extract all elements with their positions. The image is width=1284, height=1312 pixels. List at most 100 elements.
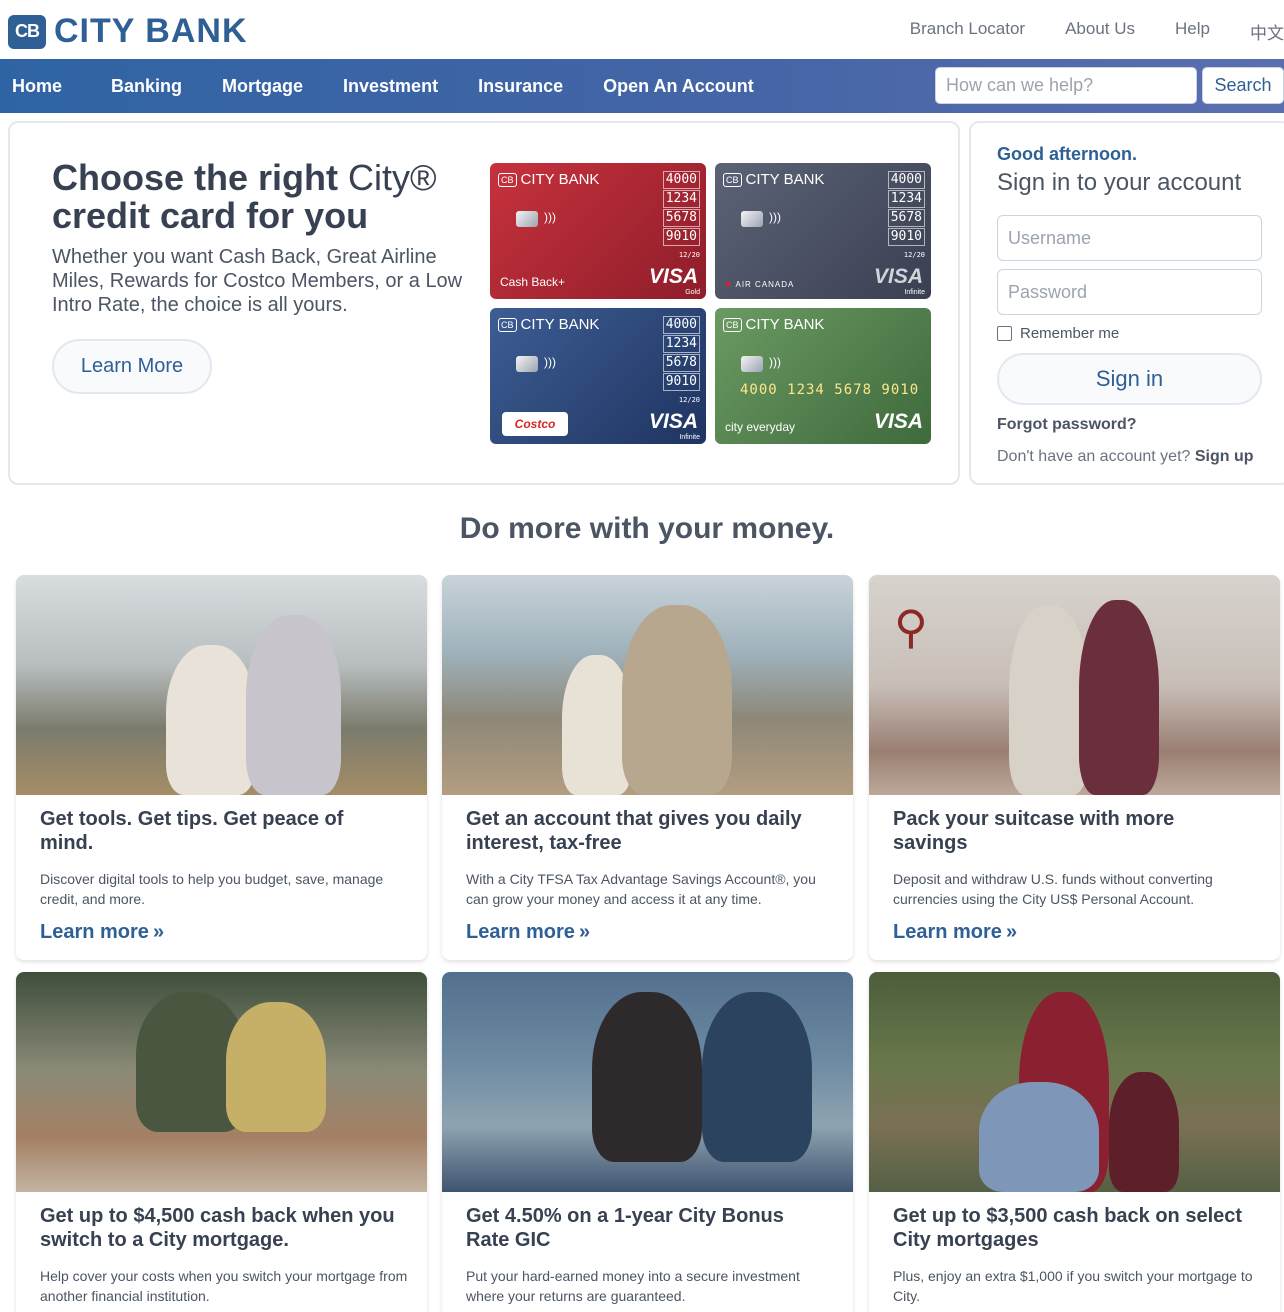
hero-title-part1: Choose the right [52,157,348,198]
costco-logo: Costco [502,412,568,436]
chip-icon [741,356,763,372]
card-name: ✹ AIR CANADA [725,280,795,289]
hero-title-part2: credit card for you [52,195,369,236]
card-logo-mark: CB [723,172,742,187]
bicycle-decor: ⚲ [894,601,928,653]
learn-more-button[interactable]: Learn More [52,339,212,394]
nav-investment[interactable]: Investment [343,76,438,97]
signup-prompt: Don't have an account yet? Sign up [997,448,1254,466]
search-input[interactable] [935,67,1197,104]
search-button[interactable]: Search [1202,67,1284,104]
chip-icon [516,211,538,227]
no-account-text: Don't have an account yet? [997,448,1191,465]
promo-tile[interactable]: Get 4.50% on a 1-year City Bonus Rate GI… [442,972,853,1312]
promo-tile[interactable]: Get up to $3,500 cash back on select Cit… [869,972,1280,1312]
remember-checkbox[interactable] [997,326,1012,341]
signin-panel: Good afternoon. Sign in to your account … [969,121,1284,485]
card-bank-name: CITY BANK [520,171,600,188]
forgot-password-link[interactable]: Forgot password? [997,416,1137,434]
promo-tile[interactable]: ⚲ Pack your suitcase with more savings D… [869,575,1280,960]
username-field[interactable] [997,215,1262,261]
maple-leaf-icon: ✹ [725,280,733,289]
card-bank-name: CITY BANK [745,316,825,333]
tile-description: Discover digital tools to help you budge… [40,871,384,907]
logo-text: CITY BANK [54,12,248,50]
women-laptop-photo [442,972,853,1192]
double-chevron-right-icon: » [152,921,165,943]
visa-logo: VISA [873,265,923,288]
card-bank-name: CITY BANK [520,316,600,333]
contactless-icon: ))) [544,210,556,224]
main-nav: Home Banking Mortgage Investment Insuran… [0,59,1284,113]
cash-back-card[interactable]: CB CITY BANK 4000 1234 5678 9010 12/20 ))) Ca… [490,163,706,299]
nav-insurance[interactable]: Insurance [478,76,563,97]
branch-locator-link[interactable]: Branch Locator [910,19,1025,44]
credit-card-hero: Choose the right City® credit card for y… [8,121,960,485]
about-us-link[interactable]: About Us [1065,19,1135,44]
remember-label: Remember me [1020,325,1120,342]
learn-more-link[interactable]: Learn more» [893,921,1017,944]
tile-description: Plus, enjoy an extra $1,000 if you switc… [893,1268,1253,1304]
card-logo-mark: CB [498,317,517,332]
signup-link[interactable]: Sign up [1195,448,1254,465]
double-chevron-right-icon: » [1005,921,1018,943]
tile-description: Deposit and withdraw U.S. funds without … [893,871,1213,907]
nav-banking[interactable]: Banking [111,76,182,97]
hero-title-brand: City® [348,157,437,198]
signin-button[interactable]: Sign in [997,353,1262,405]
promo-tile[interactable]: Get an account that gives you daily inte… [442,575,853,960]
chinese-language-link[interactable]: 中文 [1250,19,1284,44]
promo-tile[interactable]: Get tools. Get tips. Get peace of mind. … [16,575,427,960]
family-outdoors-photo [869,972,1280,1192]
card-number: 4000 1234 5678 9010 [740,382,920,398]
double-chevron-right-icon: » [578,921,591,943]
tile-heading: Get up to $4,500 cash back when you swit… [40,1205,395,1251]
tile-description: Put your hard-earned money into a secure… [466,1268,800,1304]
password-field[interactable] [997,269,1262,315]
city-everyday-card[interactable]: CB CITY BANK ))) 4000 1234 5678 9010 city… [715,308,931,444]
card-logo-mark: CB [723,317,742,332]
visa-logo: VISA [648,410,698,433]
top-links: Branch Locator About Us Help 中文 [870,19,1284,44]
tile-heading: Get tools. Get tips. Get peace of mind. [40,808,344,854]
help-link[interactable]: Help [1175,19,1210,44]
visa-logo: VISA [648,265,698,288]
card-tier: Gold [685,289,700,296]
nav-open-account[interactable]: Open An Account [603,76,754,97]
top-bar: CB CITY BANK Branch Locator About Us Hel… [0,0,1284,59]
air-canada-card[interactable]: CB CITY BANK 4000 1234 5678 9010 12/20 ))) ✹ … [715,163,931,299]
family-photo [16,575,427,795]
contactless-icon: ))) [769,355,781,369]
contactless-icon: ))) [769,210,781,224]
couple-dancing-photo: ⚲ [869,575,1280,795]
hero-description: Whether you want Cash Back, Great Airlin… [52,246,463,316]
logo[interactable]: CB CITY BANK [8,12,248,51]
tile-heading: Pack your suitcase with more savings [893,808,1175,854]
card-number: 4000 1234 5678 9010 12/20 [662,316,700,408]
nav-home[interactable]: Home [12,76,62,97]
learn-more-link[interactable]: Learn more» [466,921,590,944]
remember-me[interactable]: Remember me [997,325,1119,342]
card-name: city everyday [725,420,796,434]
chip-icon [741,211,763,227]
tile-description: Help cover your costs when you switch yo… [40,1268,408,1304]
chip-icon [516,356,538,372]
card-bank-name: CITY BANK [745,171,825,188]
beach-family-photo [442,575,853,795]
section-title: Do more with your money. [459,512,835,545]
card-name: Cash Back+ [500,275,566,289]
card-number: 4000 1234 5678 9010 12/20 [887,171,925,263]
tile-heading: Get 4.50% on a 1-year City Bonus Rate GI… [466,1205,784,1251]
card-number: 4000 1234 5678 9010 12/20 [662,171,700,263]
visa-logo: VISA [873,410,923,433]
contactless-icon: ))) [544,355,556,369]
nav-mortgage[interactable]: Mortgage [222,76,303,97]
learn-more-link[interactable]: Learn more» [40,921,164,944]
signin-title: Sign in to your account [997,169,1242,196]
couple-paperwork-photo [16,972,427,1192]
card-logo-mark: CB [498,172,517,187]
promo-tile[interactable]: Get up to $4,500 cash back when you swit… [16,972,427,1312]
costco-card[interactable]: CB CITY BANK 4000 1234 5678 9010 12/20 ))) Co… [490,308,706,444]
tile-description: With a City TFSA Tax Advantage Savings A… [466,871,816,907]
logo-mark: CB [8,14,46,49]
